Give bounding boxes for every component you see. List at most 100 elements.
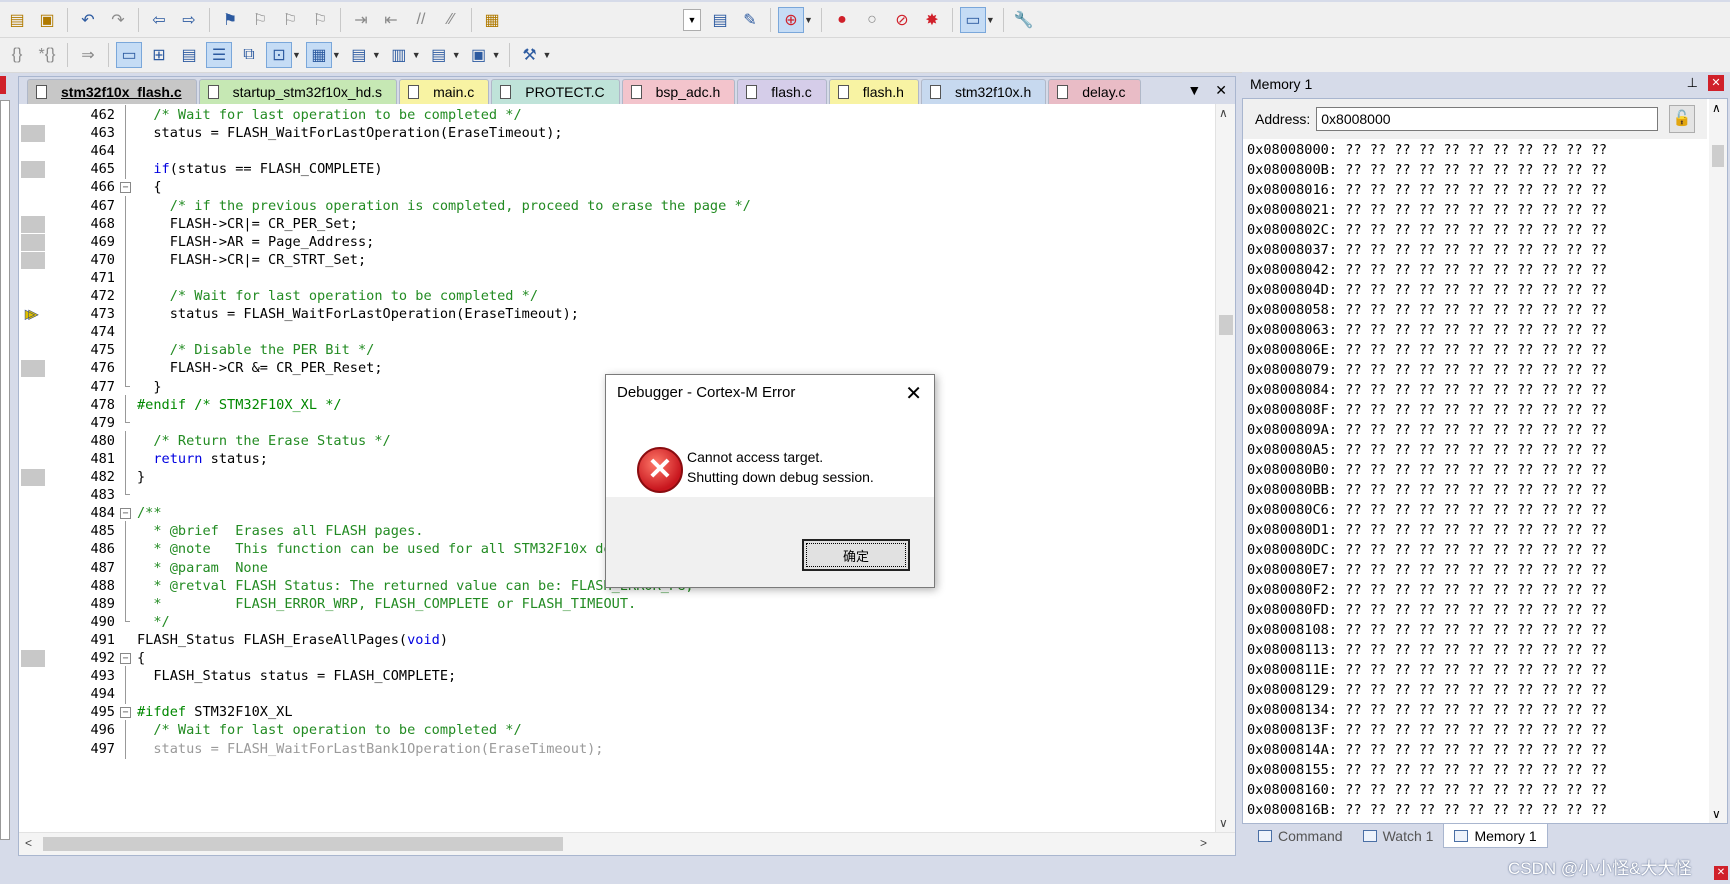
code-line[interactable]: 471 (19, 267, 1215, 288)
memory-row[interactable]: 0x08008113: ?? ?? ?? ?? ?? ?? ?? ?? ?? ?… (1247, 640, 1707, 660)
nav-back-icon[interactable]: ⇦ (146, 7, 172, 33)
file-tab[interactable]: bsp_adc.h (621, 79, 736, 104)
memory-row[interactable]: 0x0800806E: ?? ?? ?? ?? ?? ?? ?? ?? ?? ?… (1247, 340, 1707, 360)
scroll-thumb[interactable] (1712, 145, 1724, 167)
code-line[interactable]: 468 FLASH->CR|= CR_PER_Set; (19, 213, 1215, 234)
left-panel-scrollbar[interactable] (0, 100, 10, 840)
chevron-down-icon[interactable]: ▼ (543, 50, 552, 60)
lock-icon[interactable]: 🔓 (1669, 105, 1695, 133)
file-tab[interactable]: flash.c (737, 79, 827, 104)
memory-dump[interactable]: 0x08008000: ?? ?? ?? ?? ?? ?? ?? ?? ?? ?… (1247, 140, 1707, 820)
memory-row[interactable]: 0x080080FD: ?? ?? ?? ?? ?? ?? ?? ?? ?? ?… (1247, 600, 1707, 620)
close-tab-icon[interactable]: ✕ (1215, 82, 1227, 99)
close-icon[interactable]: ✕ (1708, 75, 1724, 91)
find-icon[interactable]: ▤ (707, 7, 733, 33)
window-layout-icon[interactable]: ▭ (959, 6, 986, 33)
memory-row[interactable]: 0x0800811E: ?? ?? ?? ?? ?? ?? ?? ?? ?? ?… (1247, 660, 1707, 680)
code-line[interactable]: 462 /* Wait for last operation to be com… (19, 105, 1215, 125)
find-in-files-icon[interactable]: ▦ (479, 7, 505, 33)
debug-session-icon[interactable]: ⊕ (778, 6, 804, 33)
chevron-down-icon[interactable]: ▼ (492, 50, 501, 60)
file-tab[interactable]: main.c (399, 79, 490, 104)
file-tab[interactable]: delay.c (1048, 79, 1141, 104)
step-out-icon[interactable]: {} (4, 42, 30, 68)
code-line[interactable]: 495− #ifdef STM32F10X_XL (19, 702, 1215, 722)
code-line[interactable]: 465 if(status == FLASH_COMPLETE) (19, 159, 1215, 180)
breakpoint-gutter-mark[interactable] (21, 650, 45, 667)
disable-breakpoints-icon[interactable]: ⊘ (889, 7, 915, 33)
close-icon[interactable]: ✕ (1714, 866, 1728, 880)
enable-breakpoint-icon[interactable]: ○ (859, 7, 885, 33)
breakpoint-gutter-mark[interactable] (21, 251, 45, 269)
indent-icon[interactable]: ⇥ (348, 7, 374, 33)
memory-row[interactable]: 0x08008155: ?? ?? ?? ?? ?? ?? ?? ?? ?? ?… (1247, 760, 1707, 780)
memory-row[interactable]: 0x08008063: ?? ?? ?? ?? ?? ?? ?? ?? ?? ?… (1247, 320, 1707, 340)
scroll-right-icon[interactable]: > (1200, 836, 1207, 850)
disassembly-window-icon[interactable]: ⊞ (146, 42, 172, 68)
command-window-icon[interactable]: ▭ (116, 42, 142, 68)
memory-row[interactable]: 0x0800802C: ?? ?? ?? ?? ?? ?? ?? ?? ?? ?… (1247, 220, 1707, 240)
chevron-down-icon[interactable]: ▼ (804, 15, 813, 25)
bottom-tab[interactable]: Watch 1 (1353, 824, 1444, 848)
memory-row[interactable]: 0x0800814A: ?? ?? ?? ?? ?? ?? ?? ?? ?? ?… (1247, 740, 1707, 760)
code-line[interactable]: 490 */ (19, 611, 1215, 632)
code-line[interactable]: ▶▶ 473 status = FLASH_WaitForLastOperatio… (19, 304, 1215, 325)
fold-toggle-icon[interactable]: − (120, 182, 131, 194)
code-line[interactable]: 494 (19, 684, 1215, 705)
chevron-down-icon[interactable]: ▼ (986, 15, 995, 25)
memory-row[interactable]: 0x080080E7: ?? ?? ?? ?? ?? ?? ?? ?? ?? ?… (1247, 560, 1707, 580)
breakpoint-gutter-mark[interactable] (21, 233, 45, 251)
unindent-icon[interactable]: ⇤ (378, 7, 404, 33)
memory-row[interactable]: 0x08008134: ?? ?? ?? ?? ?? ?? ?? ?? ?? ?… (1247, 700, 1707, 720)
code-line[interactable]: 470 FLASH->CR|= CR_STRT_Set; (19, 249, 1215, 270)
code-line[interactable]: 469 FLASH->AR = Page_Address; (19, 231, 1215, 252)
memory-row[interactable]: 0x08008016: ?? ?? ?? ?? ?? ?? ?? ?? ?? ?… (1247, 180, 1707, 200)
redo-icon[interactable]: ↷ (105, 7, 131, 33)
breakpoint-gutter-mark[interactable] (21, 125, 45, 143)
code-line[interactable]: 492−{ (19, 648, 1215, 668)
memory-row[interactable]: 0x08008084: ?? ?? ?? ?? ?? ?? ?? ?? ?? ?… (1247, 380, 1707, 400)
serial-windows-icon[interactable]: ▤ (346, 42, 372, 68)
code-line[interactable]: 464 (19, 141, 1215, 162)
ok-button[interactable]: 确定 (802, 539, 910, 571)
insert-breakpoint-icon[interactable]: ● (829, 7, 855, 33)
bookmark-clear-icon[interactable]: ⚐ (307, 7, 333, 33)
call-stack-icon[interactable]: ⧉ (236, 42, 262, 68)
memory-vertical-scrollbar[interactable]: ∧ ∨ (1709, 99, 1727, 823)
code-line[interactable]: 497 status = FLASH_WaitForLastBank1Opera… (19, 738, 1215, 759)
scroll-down-icon[interactable]: ∨ (1219, 816, 1228, 830)
file-tab[interactable]: startup_stm32f10x_hd.s (198, 79, 398, 104)
address-input[interactable] (1316, 107, 1659, 131)
memory-row[interactable]: 0x08008160: ?? ?? ?? ?? ?? ?? ?? ?? ?? ?… (1247, 780, 1707, 800)
memory-row[interactable]: 0x080080F2: ?? ?? ?? ?? ?? ?? ?? ?? ?? ?… (1247, 580, 1707, 600)
scroll-up-icon[interactable]: ∧ (1712, 101, 1721, 115)
breakpoint-gutter-mark[interactable] (21, 469, 45, 486)
memory-row[interactable]: 0x080080A5: ?? ?? ?? ?? ?? ?? ?? ?? ?? ?… (1247, 440, 1707, 460)
show-next-statement-icon[interactable]: ⇒ (75, 42, 101, 68)
code-line[interactable]: 466− { (19, 177, 1215, 197)
fold-toggle-icon[interactable]: − (120, 707, 131, 719)
code-line[interactable]: 467 /* if the previous operation is comp… (19, 195, 1215, 216)
symbols-window-icon[interactable]: ▤ (176, 42, 202, 68)
bottom-tab[interactable]: Memory 1 (1443, 824, 1548, 848)
scroll-down-icon[interactable]: ∨ (1712, 807, 1721, 821)
bookmark-prev-icon[interactable]: ⚐ (247, 7, 273, 33)
kill-breakpoints-icon[interactable]: ✸ (919, 7, 945, 33)
scroll-left-icon[interactable]: < (25, 836, 32, 850)
chevron-down-icon[interactable]: ▼ (372, 50, 381, 60)
memory-row[interactable]: 0x0800816B: ?? ?? ?? ?? ?? ?? ?? ?? ?? ?… (1247, 800, 1707, 820)
memory-windows-icon[interactable]: ▦ (305, 42, 332, 68)
paste-icon[interactable]: ▣ (34, 7, 60, 33)
breakpoint-gutter-mark[interactable] (21, 161, 45, 179)
code-line[interactable]: 493 FLASH_Status status = FLASH_COMPLETE… (19, 666, 1215, 687)
incremental-find-icon[interactable]: ✎ (737, 7, 763, 33)
undo-icon[interactable]: ↶ (75, 7, 101, 33)
code-line[interactable]: 474 (19, 322, 1215, 343)
breakpoint-gutter-mark[interactable] (21, 360, 45, 378)
find-combo-dropdown[interactable]: ▼ (683, 8, 701, 31)
chevron-down-icon[interactable]: ▼ (292, 50, 301, 60)
scroll-thumb[interactable] (43, 837, 563, 851)
memory-row[interactable]: 0x08008000: ?? ?? ?? ?? ?? ?? ?? ?? ?? ?… (1247, 140, 1707, 160)
fold-toggle-icon[interactable]: − (120, 653, 131, 664)
memory-row[interactable]: 0x0800808F: ?? ?? ?? ?? ?? ?? ?? ?? ?? ?… (1247, 400, 1707, 420)
